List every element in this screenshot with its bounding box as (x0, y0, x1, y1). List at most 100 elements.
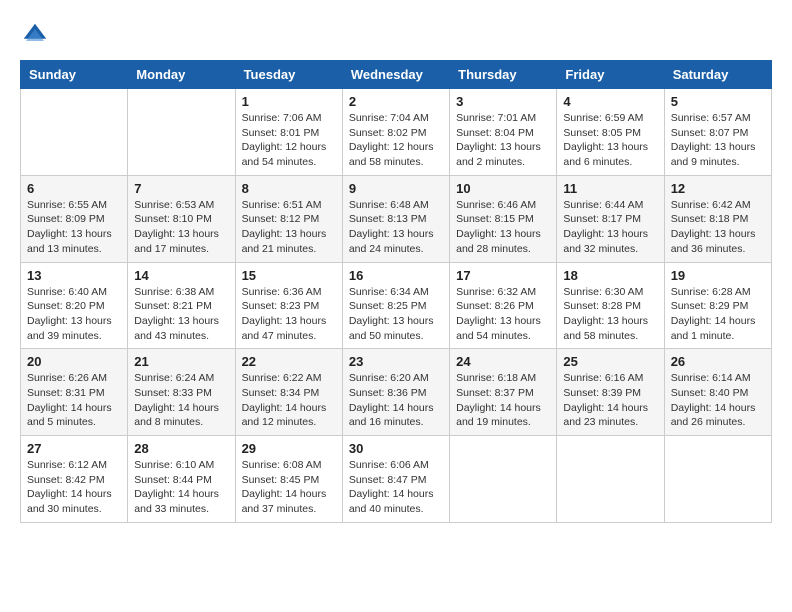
day-info: Sunrise: 6:36 AM Sunset: 8:23 PM Dayligh… (242, 285, 336, 344)
calendar-cell: 6 Sunrise: 6:55 AM Sunset: 8:09 PM Daylig… (21, 175, 128, 262)
day-info: Sunrise: 6:06 AM Sunset: 8:47 PM Dayligh… (349, 458, 443, 517)
day-info: Sunrise: 7:01 AM Sunset: 8:04 PM Dayligh… (456, 111, 550, 170)
day-info: Sunrise: 6:30 AM Sunset: 8:28 PM Dayligh… (563, 285, 657, 344)
calendar-cell: 22 Sunrise: 6:22 AM Sunset: 8:34 PM Dayli… (235, 349, 342, 436)
day-number: 19 (671, 268, 765, 283)
page-header (20, 20, 772, 50)
col-header-friday: Friday (557, 61, 664, 89)
calendar-cell (21, 89, 128, 176)
calendar-week-row: 27 Sunrise: 6:12 AM Sunset: 8:42 PM Dayli… (21, 436, 772, 523)
day-info: Sunrise: 6:57 AM Sunset: 8:07 PM Dayligh… (671, 111, 765, 170)
day-number: 27 (27, 441, 121, 456)
calendar-cell: 26 Sunrise: 6:14 AM Sunset: 8:40 PM Dayli… (664, 349, 771, 436)
day-info: Sunrise: 7:04 AM Sunset: 8:02 PM Dayligh… (349, 111, 443, 170)
day-info: Sunrise: 6:32 AM Sunset: 8:26 PM Dayligh… (456, 285, 550, 344)
calendar-cell: 3 Sunrise: 7:01 AM Sunset: 8:04 PM Daylig… (450, 89, 557, 176)
calendar-cell (664, 436, 771, 523)
day-info: Sunrise: 6:59 AM Sunset: 8:05 PM Dayligh… (563, 111, 657, 170)
day-info: Sunrise: 6:26 AM Sunset: 8:31 PM Dayligh… (27, 371, 121, 430)
day-number: 14 (134, 268, 228, 283)
day-info: Sunrise: 6:08 AM Sunset: 8:45 PM Dayligh… (242, 458, 336, 517)
day-info: Sunrise: 6:44 AM Sunset: 8:17 PM Dayligh… (563, 198, 657, 257)
day-info: Sunrise: 6:14 AM Sunset: 8:40 PM Dayligh… (671, 371, 765, 430)
calendar-cell: 1 Sunrise: 7:06 AM Sunset: 8:01 PM Daylig… (235, 89, 342, 176)
calendar-cell: 30 Sunrise: 6:06 AM Sunset: 8:47 PM Dayli… (342, 436, 449, 523)
calendar-cell: 9Sunrise: 6:48 AM Sunset: 8:13 PM Daylig… (342, 175, 449, 262)
day-info: Sunrise: 6:40 AM Sunset: 8:20 PM Dayligh… (27, 285, 121, 344)
day-number: 25 (563, 354, 657, 369)
calendar-cell: 12Sunrise: 6:42 AM Sunset: 8:18 PM Dayli… (664, 175, 771, 262)
day-info: Sunrise: 6:28 AM Sunset: 8:29 PM Dayligh… (671, 285, 765, 344)
day-number: 13 (27, 268, 121, 283)
col-header-thursday: Thursday (450, 61, 557, 89)
day-info: Sunrise: 6:51 AM Sunset: 8:12 PM Dayligh… (242, 198, 336, 257)
day-number: 28 (134, 441, 228, 456)
calendar-cell: 28 Sunrise: 6:10 AM Sunset: 8:44 PM Dayli… (128, 436, 235, 523)
calendar-cell: 15 Sunrise: 6:36 AM Sunset: 8:23 PM Dayli… (235, 262, 342, 349)
day-info: Sunrise: 6:34 AM Sunset: 8:25 PM Dayligh… (349, 285, 443, 344)
logo (20, 20, 54, 50)
day-number: 4 (563, 94, 657, 109)
day-number: 12 (671, 181, 765, 196)
day-info: Sunrise: 7:06 AM Sunset: 8:01 PM Dayligh… (242, 111, 336, 170)
day-number: 1 (242, 94, 336, 109)
day-number: 11 (563, 181, 657, 196)
day-number: 16 (349, 268, 443, 283)
col-header-tuesday: Tuesday (235, 61, 342, 89)
calendar-cell: 17 Sunrise: 6:32 AM Sunset: 8:26 PM Dayli… (450, 262, 557, 349)
day-number: 22 (242, 354, 336, 369)
calendar-week-row: 1 Sunrise: 7:06 AM Sunset: 8:01 PM Daylig… (21, 89, 772, 176)
calendar-cell: 16 Sunrise: 6:34 AM Sunset: 8:25 PM Dayli… (342, 262, 449, 349)
calendar-header-row: SundayMondayTuesdayWednesdayThursdayFrid… (21, 61, 772, 89)
day-info: Sunrise: 6:38 AM Sunset: 8:21 PM Dayligh… (134, 285, 228, 344)
day-number: 3 (456, 94, 550, 109)
day-info: Sunrise: 6:22 AM Sunset: 8:34 PM Dayligh… (242, 371, 336, 430)
calendar-cell: 27 Sunrise: 6:12 AM Sunset: 8:42 PM Dayli… (21, 436, 128, 523)
calendar-cell: 8 Sunrise: 6:51 AM Sunset: 8:12 PM Daylig… (235, 175, 342, 262)
calendar-cell: 13 Sunrise: 6:40 AM Sunset: 8:20 PM Dayli… (21, 262, 128, 349)
day-number: 20 (27, 354, 121, 369)
calendar-cell: 19 Sunrise: 6:28 AM Sunset: 8:29 PM Dayli… (664, 262, 771, 349)
calendar-cell: 24 Sunrise: 6:18 AM Sunset: 8:37 PM Dayli… (450, 349, 557, 436)
calendar-cell: 10Sunrise: 6:46 AM Sunset: 8:15 PM Dayli… (450, 175, 557, 262)
day-info: Sunrise: 6:24 AM Sunset: 8:33 PM Dayligh… (134, 371, 228, 430)
col-header-sunday: Sunday (21, 61, 128, 89)
day-info: Sunrise: 6:12 AM Sunset: 8:42 PM Dayligh… (27, 458, 121, 517)
day-number: 30 (349, 441, 443, 456)
calendar-week-row: 6 Sunrise: 6:55 AM Sunset: 8:09 PM Daylig… (21, 175, 772, 262)
day-number: 2 (349, 94, 443, 109)
day-number: 7 (134, 181, 228, 196)
day-number: 6 (27, 181, 121, 196)
col-header-saturday: Saturday (664, 61, 771, 89)
calendar-cell: 20 Sunrise: 6:26 AM Sunset: 8:31 PM Dayli… (21, 349, 128, 436)
day-number: 15 (242, 268, 336, 283)
day-info: Sunrise: 6:16 AM Sunset: 8:39 PM Dayligh… (563, 371, 657, 430)
day-info: Sunrise: 6:20 AM Sunset: 8:36 PM Dayligh… (349, 371, 443, 430)
calendar-cell: 5 Sunrise: 6:57 AM Sunset: 8:07 PM Daylig… (664, 89, 771, 176)
day-info: Sunrise: 6:18 AM Sunset: 8:37 PM Dayligh… (456, 371, 550, 430)
day-number: 29 (242, 441, 336, 456)
day-number: 17 (456, 268, 550, 283)
calendar-table: SundayMondayTuesdayWednesdayThursdayFrid… (20, 60, 772, 523)
day-info: Sunrise: 6:10 AM Sunset: 8:44 PM Dayligh… (134, 458, 228, 517)
day-number: 8 (242, 181, 336, 196)
calendar-cell: 23Sunrise: 6:20 AM Sunset: 8:36 PM Dayli… (342, 349, 449, 436)
day-info: Sunrise: 6:46 AM Sunset: 8:15 PM Dayligh… (456, 198, 550, 257)
calendar-cell: 4 Sunrise: 6:59 AM Sunset: 8:05 PM Daylig… (557, 89, 664, 176)
day-number: 5 (671, 94, 765, 109)
calendar-cell: 21Sunrise: 6:24 AM Sunset: 8:33 PM Dayli… (128, 349, 235, 436)
day-number: 24 (456, 354, 550, 369)
calendar-cell (128, 89, 235, 176)
day-info: Sunrise: 6:55 AM Sunset: 8:09 PM Dayligh… (27, 198, 121, 257)
day-number: 26 (671, 354, 765, 369)
col-header-monday: Monday (128, 61, 235, 89)
col-header-wednesday: Wednesday (342, 61, 449, 89)
calendar-cell: 29 Sunrise: 6:08 AM Sunset: 8:45 PM Dayli… (235, 436, 342, 523)
day-number: 9 (349, 181, 443, 196)
calendar-cell: 18 Sunrise: 6:30 AM Sunset: 8:28 PM Dayli… (557, 262, 664, 349)
calendar-cell (557, 436, 664, 523)
logo-icon (20, 20, 50, 50)
calendar-cell (450, 436, 557, 523)
day-number: 18 (563, 268, 657, 283)
day-info: Sunrise: 6:53 AM Sunset: 8:10 PM Dayligh… (134, 198, 228, 257)
